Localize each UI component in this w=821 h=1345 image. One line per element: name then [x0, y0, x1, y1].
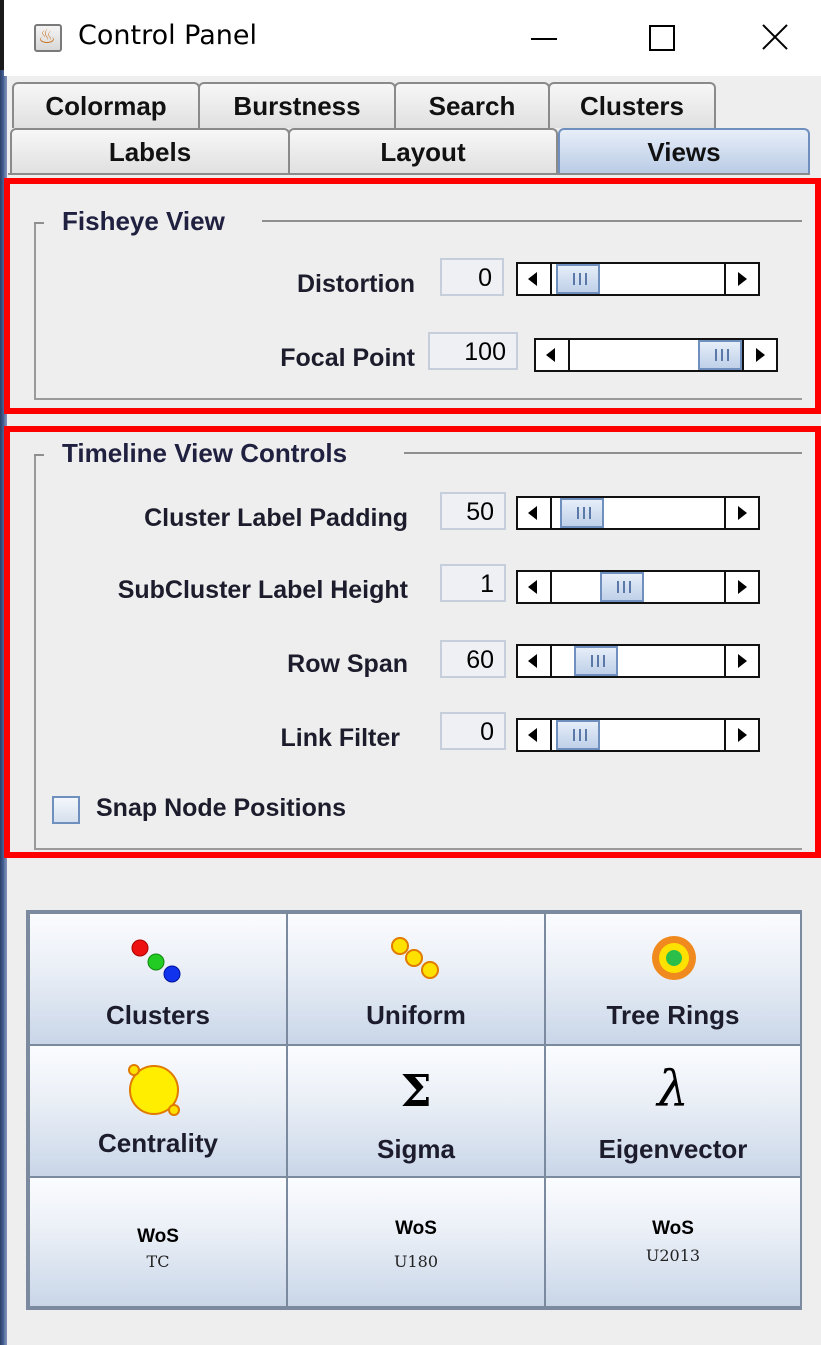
uniform-button[interactable]: Uniform — [286, 912, 546, 1046]
eigenvector-button-label: Eigenvector — [598, 1134, 748, 1164]
clusters-button-label: Clusters — [105, 1000, 211, 1030]
view-buttons-grid: Clusters Uniform Tree Rings Centrality Σ… — [26, 910, 802, 1310]
wos-u2013-button[interactable]: WoS U2013 — [544, 1176, 802, 1308]
highlight-box-fisheye — [4, 178, 821, 414]
lambda-icon: λ — [657, 1060, 689, 1118]
tab-separator — [8, 173, 810, 175]
wos-u180-button[interactable]: WoS U180 — [286, 1176, 546, 1308]
tree-rings-button[interactable]: Tree Rings — [544, 912, 802, 1046]
title-bar[interactable]: Control Panel — [4, 0, 821, 76]
java-cup-icon — [34, 24, 62, 52]
highlight-box-timeline — [4, 426, 821, 858]
wos-u180-label: WoS — [395, 1218, 437, 1239]
centrality-circle-icon — [128, 1064, 180, 1116]
wos-tc-sub: TC — [146, 1252, 170, 1271]
window-title: Control Panel — [78, 20, 258, 51]
tab-colormap[interactable]: Colormap — [12, 82, 200, 128]
minimize-icon[interactable] — [514, 14, 574, 62]
tab-search[interactable]: Search — [394, 82, 550, 128]
tab-clusters[interactable]: Clusters — [548, 82, 716, 128]
clusters-dots-icon — [131, 939, 181, 983]
sigma-button[interactable]: Σ Sigma — [286, 1044, 546, 1178]
clusters-button[interactable]: Clusters — [28, 912, 288, 1046]
tab-burstness[interactable]: Burstness — [198, 82, 396, 128]
maximize-icon[interactable] — [632, 14, 692, 62]
uniform-button-label: Uniform — [366, 1000, 466, 1030]
tab-views[interactable]: Views — [558, 128, 810, 174]
centrality-button[interactable]: Centrality — [28, 1044, 288, 1178]
tab-labels[interactable]: Labels — [10, 128, 290, 174]
tree-rings-icon — [652, 936, 696, 980]
tab-layout[interactable]: Layout — [288, 128, 558, 174]
wos-tc-label: WoS — [137, 1226, 179, 1247]
sigma-icon: Σ — [400, 1066, 432, 1117]
centrality-button-label: Centrality — [98, 1128, 218, 1158]
wos-u180-sub: U180 — [393, 1252, 439, 1271]
uniform-dots-icon — [391, 937, 439, 979]
wos-u2013-label: WoS — [652, 1218, 694, 1239]
tree-rings-button-label: Tree Rings — [606, 1000, 740, 1030]
eigenvector-button[interactable]: λ Eigenvector — [544, 1044, 802, 1178]
wos-u2013-sub: U2013 — [645, 1246, 701, 1265]
close-icon[interactable] — [746, 14, 806, 62]
wos-tc-button[interactable]: WoS TC — [28, 1176, 288, 1308]
sigma-button-label: Sigma — [376, 1134, 456, 1164]
